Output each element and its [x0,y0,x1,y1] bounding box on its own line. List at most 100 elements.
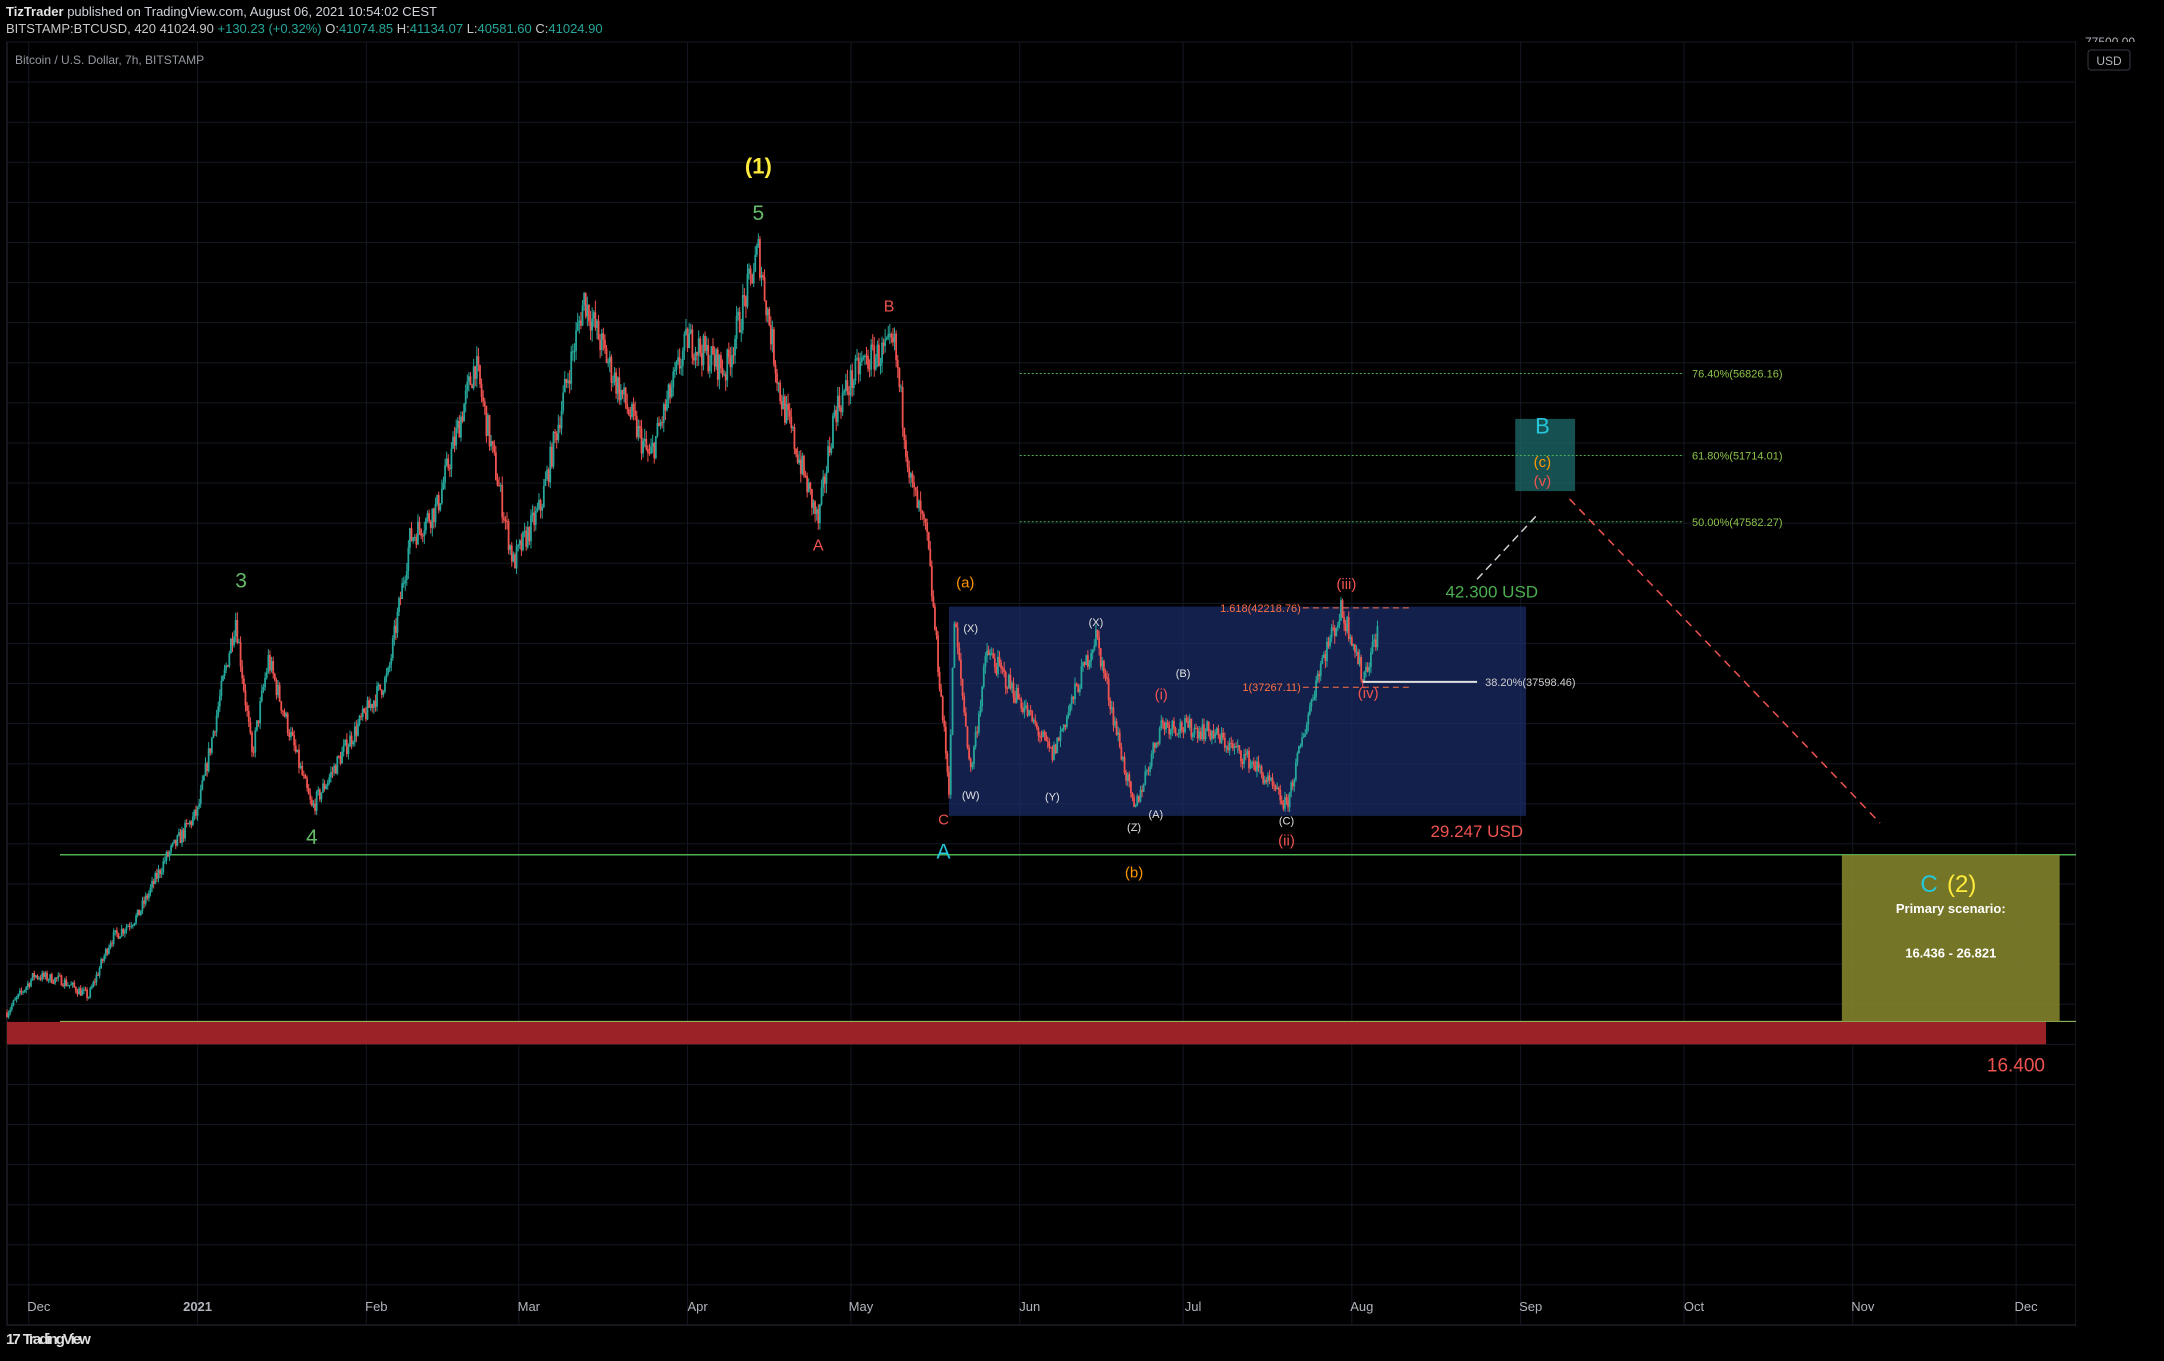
candle-body [9,1009,12,1013]
candle-body [256,720,258,731]
candle-body [1365,666,1367,672]
candle-body [932,596,935,607]
candle-body [898,367,901,388]
candle-body [1285,797,1288,801]
candle-body [909,473,912,478]
candle-body [63,979,66,987]
candle-body [147,893,150,899]
candle-body [1358,657,1361,665]
candle-body [1204,730,1207,740]
candle-body [371,704,374,709]
candle-body [623,387,625,395]
candle-body [1043,731,1046,735]
candle-body [460,416,462,438]
candle-body [550,446,553,467]
wave-label: (X) [963,623,978,635]
candle-body [291,731,294,736]
candle-body [1102,660,1105,673]
candle-body [1095,629,1097,646]
candle-body [1305,724,1308,734]
candle-body [341,751,343,764]
candle-body [1139,789,1142,802]
candle-body [708,365,711,372]
candle-body [138,909,141,916]
candle-body [233,636,235,646]
candle-body [466,381,469,391]
candle-body [969,758,972,768]
price-axis[interactable] [2076,42,2164,1325]
candle-body [104,949,107,956]
candle-body [755,246,758,255]
candle-body [193,809,196,817]
candle-body [444,465,446,483]
candle-body [1078,688,1081,693]
candle-body [997,656,999,675]
candle-body [374,700,377,707]
candle-body [693,357,695,361]
candle-body [376,686,378,707]
candle-body [379,684,382,690]
candle-body [1150,754,1153,767]
candle-body [804,475,807,477]
candle-body [604,339,606,349]
candle-body [218,696,221,707]
candle-body [1045,734,1048,741]
candle-body [935,629,938,636]
candle-body [215,715,218,732]
candle-body [1104,672,1107,678]
candle-body [225,665,228,670]
candle-body [1231,743,1234,749]
candle-body [1147,770,1150,772]
candle-body [862,356,865,358]
candle-body [162,861,165,873]
candle-body [448,468,451,470]
candle-body [921,510,924,515]
candle-body [966,726,969,748]
candle-body [49,974,52,980]
candle-body [627,409,630,415]
candle-body [366,700,369,720]
candle-body [1040,736,1043,738]
chart-canvas[interactable]: 16.400 Primary scenario: 16.436 - 26.821 7… [0,0,2164,1361]
wave-label: (c) [1534,454,1552,471]
chart-legend: Bitcoin / U.S. Dollar, 7h, BITSTAMP [15,53,204,67]
candle-body [393,625,396,639]
candle-body [482,396,485,402]
candle-body [1336,624,1339,628]
candle-body [729,357,732,368]
candle-body [380,689,383,695]
candle-body [331,771,334,773]
candle-body [120,928,123,937]
tradingview-logo[interactable]: 17 TradingView [6,1331,93,1349]
candle-body [395,625,397,633]
candle-body [734,339,736,356]
x-tick-label: Feb [365,1299,387,1314]
candle-body [1310,700,1313,707]
candle-body [738,311,741,333]
x-tick-label: 2021 [183,1299,212,1314]
candle-body [699,338,702,353]
candle-body [254,730,257,753]
candle-body [342,745,345,752]
candle-body [707,344,710,372]
candle-body [413,536,416,538]
candle-body [624,387,627,404]
candle-body [1107,679,1110,701]
x-tick-label: Jun [1019,1299,1040,1314]
candle-body [496,479,499,486]
candle-body [612,381,614,383]
candle-body [130,926,133,928]
candle-body [1126,774,1129,781]
candle-body [238,642,240,644]
candle-body [949,734,952,795]
candle-body [1298,745,1300,754]
candle-body [74,987,77,992]
candle-body [54,977,56,984]
candle-body [822,476,825,488]
candle-body [1049,747,1052,749]
candle-body [127,925,129,927]
candle-body [114,930,117,933]
candle-body [806,475,809,493]
candle-body [68,985,71,987]
candle-body [299,765,302,768]
